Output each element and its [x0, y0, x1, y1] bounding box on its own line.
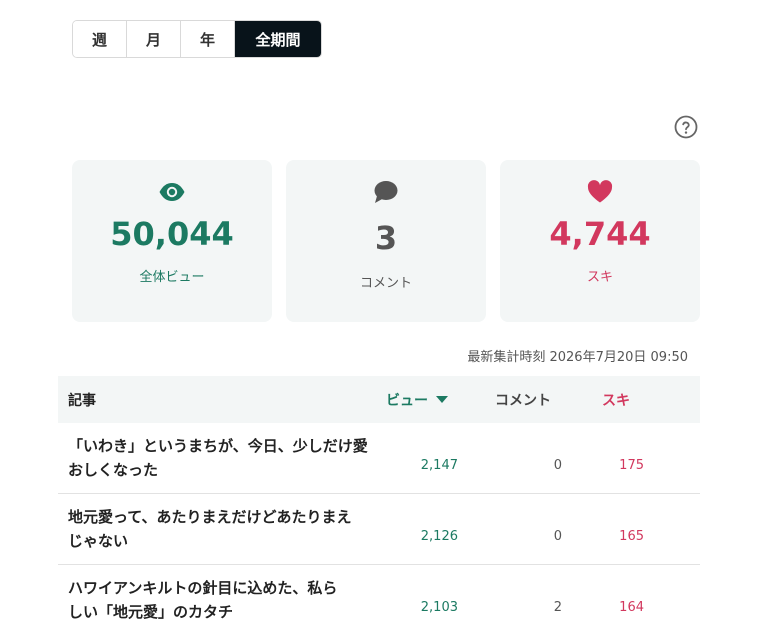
table-row[interactable]: 「いわき」というまちが、今日、少しだけ愛 おしくなった 2,147 0 175 — [58, 423, 700, 494]
row-likes: 165 — [619, 528, 644, 544]
table-header: 記事 ビュー コメント スキ — [58, 376, 700, 423]
tab-week[interactable]: 週 — [73, 21, 127, 57]
header-article: 記事 — [68, 392, 96, 409]
article-title-link[interactable]: 「いわき」というまちが、今日、少しだけ愛 おしくなった — [58, 434, 376, 482]
article-title-line: じゃない — [68, 532, 129, 550]
article-title-line: 「いわき」というまちが、今日、少しだけ愛 — [68, 437, 368, 455]
articles-table: 記事 ビュー コメント スキ 「いわき」というまちが、今日、少しだけ愛 おしくな… — [58, 376, 700, 635]
likes-card: 4,744 スキ — [500, 160, 700, 322]
table-row[interactable]: 地元愛って、あたりまえだけどあたりまえ じゃない 2,126 0 165 — [58, 494, 700, 565]
article-title-line: ハワイアンキルトの針目に込めた、私ら — [68, 579, 338, 597]
row-views: 2,103 — [420, 599, 458, 615]
header-likes[interactable]: スキ — [586, 390, 700, 410]
row-views: 2,126 — [420, 528, 458, 544]
eye-icon — [159, 183, 185, 201]
header-views-label: ビュー — [386, 392, 428, 409]
article-title-line: 地元愛って、あたりまえだけどあたりまえ — [68, 508, 352, 526]
article-title-line: しい「地元愛」のカタチ — [68, 603, 234, 621]
question-circle-icon[interactable] — [674, 115, 698, 139]
row-views: 2,147 — [420, 457, 458, 473]
total-comments-label: コメント — [359, 276, 412, 291]
row-comments: 0 — [553, 457, 562, 473]
last-updated-timestamp: 最新集計時刻 2026年7月20日 09:50 — [467, 350, 688, 365]
total-views-label: 全体ビュー — [139, 270, 205, 285]
article-title-line: おしくなった — [68, 461, 159, 479]
row-likes: 164 — [619, 599, 644, 615]
total-views-value: 50,044 — [110, 215, 234, 253]
article-title-link[interactable]: 地元愛って、あたりまえだけどあたりまえ じゃない — [58, 505, 376, 553]
tab-year[interactable]: 年 — [181, 21, 235, 57]
heart-icon — [587, 180, 613, 203]
views-card: 50,044 全体ビュー — [72, 160, 272, 322]
sort-desc-icon — [436, 396, 448, 403]
table-row[interactable]: ハワイアンキルトの針目に込めた、私ら しい「地元愛」のカタチ 2,103 2 1… — [58, 565, 700, 635]
total-comments-value: 3 — [374, 219, 398, 257]
tab-month[interactable]: 月 — [127, 21, 181, 57]
stats-cards: 50,044 全体ビュー 3 コメント 4,744 スキ — [72, 160, 700, 322]
header-views-sort[interactable]: ビュー — [376, 390, 478, 410]
total-likes-value: 4,744 — [549, 215, 651, 253]
period-tabs: 週 月 年 全期間 — [72, 20, 322, 58]
article-title-link[interactable]: ハワイアンキルトの針目に込めた、私ら しい「地元愛」のカタチ — [58, 576, 376, 624]
header-comments[interactable]: コメント — [478, 390, 586, 410]
speech-bubble-icon — [374, 181, 398, 203]
comments-card: 3 コメント — [286, 160, 486, 322]
row-comments: 0 — [553, 528, 562, 544]
row-comments: 2 — [553, 599, 562, 615]
row-likes: 175 — [619, 457, 644, 473]
total-likes-label: スキ — [586, 270, 613, 285]
tab-all-time[interactable]: 全期間 — [235, 21, 321, 57]
